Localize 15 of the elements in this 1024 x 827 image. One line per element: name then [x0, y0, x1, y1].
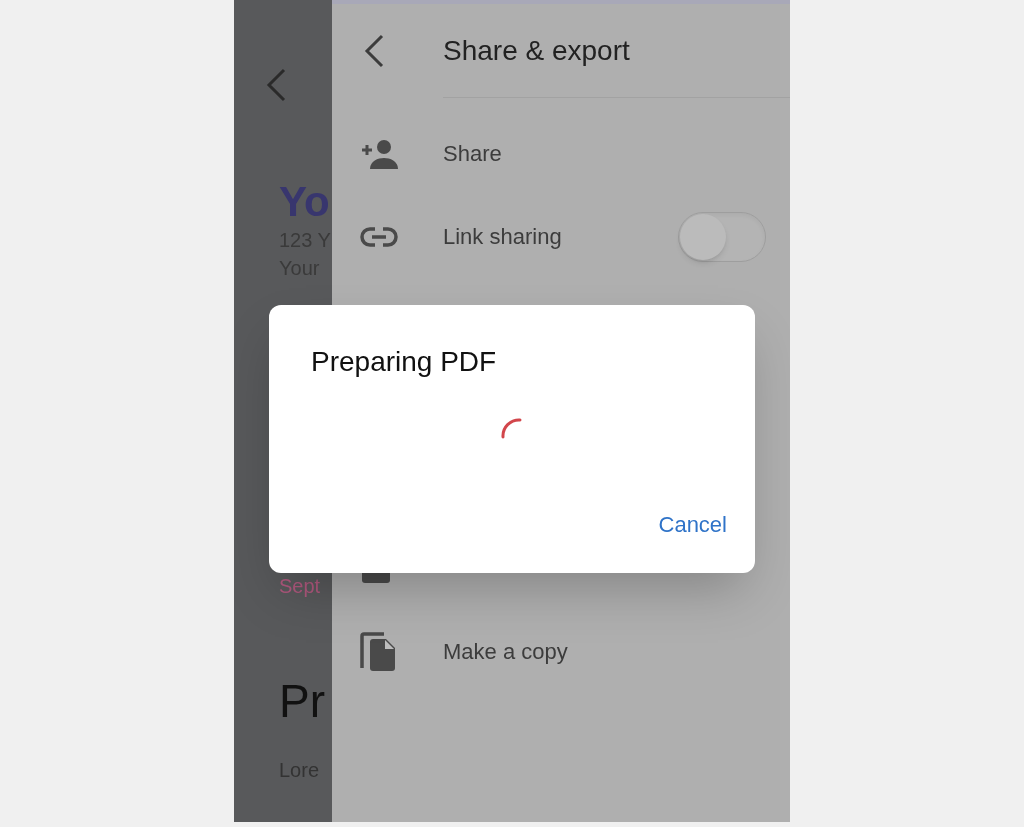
cancel-button[interactable]: Cancel — [656, 508, 729, 541]
toggle-switch[interactable] — [678, 211, 766, 262]
spinner-icon — [500, 417, 524, 441]
link-icon — [360, 225, 398, 248]
copy-icon — [360, 631, 396, 672]
back-icon[interactable] — [362, 33, 386, 68]
dialog-title: Preparing PDF — [311, 345, 498, 379]
back-icon[interactable] — [264, 68, 288, 102]
menu-item-label[interactable]: Make a copy — [443, 635, 568, 668]
document-text: Sept — [279, 574, 322, 599]
panel-title: Share & export — [443, 33, 630, 68]
document-text: Pr — [279, 674, 326, 729]
menu-item-label[interactable]: Share — [443, 137, 502, 170]
menu-item-label[interactable]: Link sharing — [443, 220, 562, 253]
add-person-icon — [360, 138, 400, 169]
